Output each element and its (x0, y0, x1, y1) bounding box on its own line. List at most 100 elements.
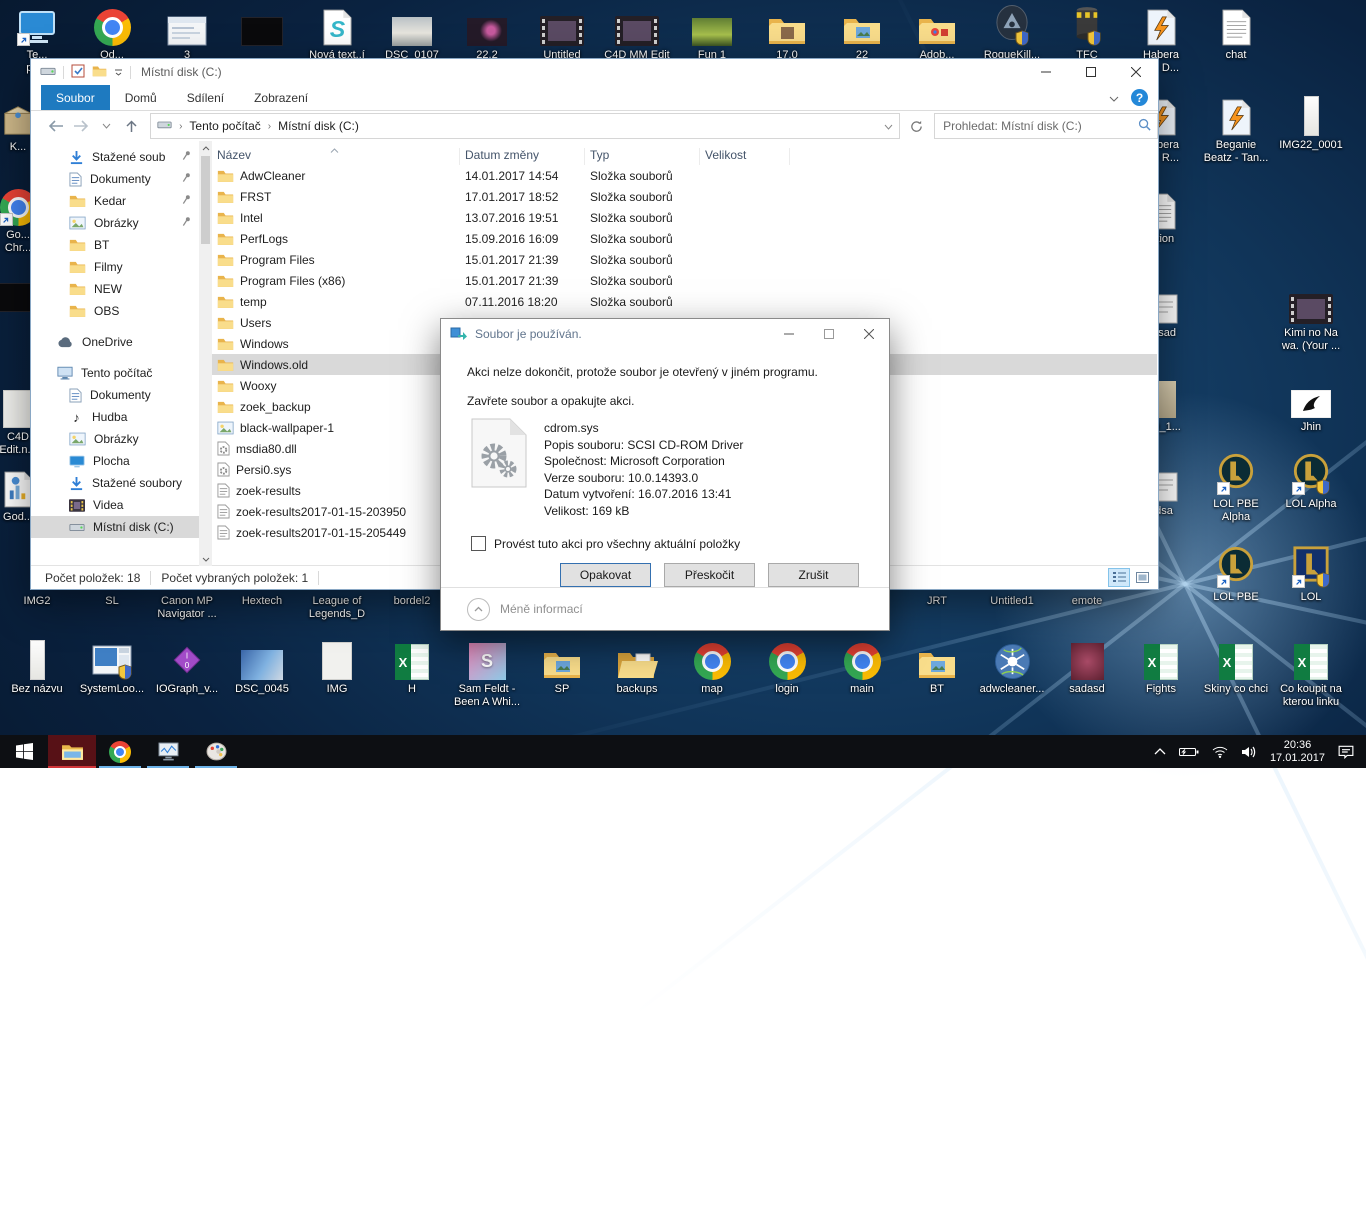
sidebar-item-obs[interactable]: OBS (31, 300, 199, 322)
desktop-icon-tfc[interactable]: TFC (1050, 6, 1124, 62)
tab-zobrazeni[interactable]: Zobrazení (239, 85, 323, 110)
desktop-icon-league-of-legends-d[interactable]: League of Legends_D (300, 592, 374, 621)
desktop-icon-lol-pbe[interactable]: LOL PBE (1199, 548, 1273, 604)
desktop-icon-jhin[interactable]: Jhin (1274, 378, 1348, 434)
action-center-icon[interactable] (1338, 745, 1354, 759)
desktop-icon-img2[interactable]: IMG2 (0, 592, 74, 608)
desktop-icon-bordel2[interactable]: bordel2 (375, 592, 449, 608)
desktop-icon-17-0[interactable]: 17.0 (750, 6, 824, 62)
sidebar-item-videa[interactable]: Videa (31, 494, 199, 516)
sidebar-item-sta-en-soub[interactable]: Stažené soub (31, 146, 199, 168)
desktop-icon-untitled[interactable]: Untitled (525, 6, 599, 62)
help-icon[interactable]: ? (1131, 89, 1148, 106)
desktop-icon-sam-feldt-been-a-whi[interactable]: SSam Feldt - Been A Whi... (450, 640, 524, 709)
tab-domu[interactable]: Domů (110, 85, 172, 110)
taskbar-paint[interactable] (192, 735, 240, 768)
qat-customize-chevron-icon[interactable] (114, 65, 123, 79)
recent-locations-chevron-icon[interactable] (94, 123, 119, 129)
retry-button[interactable]: Opakovat (560, 563, 651, 587)
desktop-icon-kimi-no-na-wa-your[interactable]: Kimi no Na wa. (Your ... (1274, 284, 1348, 353)
desktop-icon-beganie-beatz-tan[interactable]: Beganie Beatz - Tan... (1199, 96, 1273, 165)
tab-soubor[interactable]: Soubor (41, 85, 110, 110)
desktop-icon-emote[interactable]: emote (1050, 592, 1124, 608)
cancel-button[interactable]: Zrušit (768, 563, 859, 587)
breadcrumb-this-pc[interactable]: Tento počítač (189, 119, 260, 133)
properties-icon[interactable] (71, 64, 85, 81)
desktop-icon-skiny-co-chci[interactable]: XSkiny co chci (1199, 640, 1273, 696)
skip-button[interactable]: Přeskočit (664, 563, 755, 587)
desktop-icon-roguekill[interactable]: RogueKill... (975, 6, 1049, 62)
desktop-icon-bez-n-zvu[interactable]: Bez názvu (0, 640, 74, 696)
sidebar-item-plocha[interactable]: Plocha (31, 450, 199, 472)
desktop-icon-fights[interactable]: XFights (1124, 640, 1198, 696)
file-row-intel[interactable]: Intel13.07.2016 19:51Složka souborů (212, 207, 1157, 228)
file-row-temp[interactable]: temp07.11.2016 18:20Složka souborů (212, 291, 1157, 312)
scroll-down-icon[interactable] (199, 552, 212, 566)
less-info-expander[interactable]: Méně informací (441, 587, 889, 630)
search-input[interactable] (941, 118, 1138, 134)
maximize-button[interactable] (809, 319, 849, 349)
desktop-icon-bt[interactable]: BT (900, 640, 974, 696)
apply-to-all-checkbox[interactable] (471, 536, 486, 551)
sidebar-item-kedar[interactable]: Kedar (31, 190, 199, 212)
sidebar-item-obr-zky[interactable]: Obrázky (31, 212, 199, 234)
address-bar[interactable]: › Tento počítač › Místní disk (C:) (150, 113, 900, 139)
large-icons-view-button[interactable] (1132, 569, 1152, 586)
desktop-icon-hextech[interactable]: Hextech (225, 592, 299, 608)
desktop-icon-sp[interactable]: SP (525, 640, 599, 696)
desktop-icon-lol[interactable]: LOL (1274, 548, 1348, 604)
wifi-icon[interactable] (1212, 746, 1228, 758)
desktop-icon-22[interactable]: 22 (825, 6, 899, 62)
file-row-program-files-x86[interactable]: Program Files (x86)15.01.2017 21:39Složk… (212, 270, 1157, 291)
sidebar-item-new[interactable]: NEW (31, 278, 199, 300)
back-button[interactable] (43, 120, 68, 132)
desktop-icon-jrt[interactable]: JRT (900, 592, 974, 608)
desktop-icon-lol-pbe-alpha[interactable]: LOL PBE Alpha (1199, 455, 1273, 524)
close-button[interactable] (849, 319, 889, 349)
sidebar-item-bt[interactable]: BT (31, 234, 199, 256)
minimize-button[interactable] (769, 319, 809, 349)
taskbar-file-explorer[interactable] (48, 735, 96, 768)
sidebar-item-dokumenty[interactable]: Dokumenty (31, 168, 199, 190)
scroll-up-icon[interactable] (199, 141, 212, 155)
sidebar-item-onedrive[interactable]: OneDrive (31, 331, 199, 353)
desktop-icon-adwcleaner[interactable]: adwcleaner... (975, 640, 1049, 696)
taskbar-chrome[interactable] (96, 735, 144, 768)
sidebar-item-m-stn-disk-c[interactable]: Místní disk (C:) (31, 516, 199, 538)
desktop-icon-backups[interactable]: backups (600, 640, 674, 696)
column-header-typ[interactable]: Typ (585, 148, 700, 165)
desktop-icon-h[interactable]: XH (375, 640, 449, 696)
desktop-icon-dsc-0045[interactable]: DSC_0045 (225, 640, 299, 696)
file-row-perflogs[interactable]: PerfLogs15.09.2016 16:09Složka souborů (212, 228, 1157, 249)
new-folder-icon[interactable] (92, 65, 107, 80)
file-row-program-files[interactable]: Program Files15.01.2017 21:39Složka soub… (212, 249, 1157, 270)
breadcrumb-local-disk[interactable]: Místní disk (C:) (278, 119, 359, 133)
desktop-icon-untitled1[interactable]: Untitled1 (975, 592, 1049, 608)
sidebar-item-dokumenty[interactable]: Dokumenty (31, 384, 199, 406)
desktop-icon-img[interactable]: IMG (300, 640, 374, 696)
column-header-datum-zm-ny[interactable]: Datum změny (460, 148, 585, 165)
column-header-velikost[interactable]: Velikost (700, 148, 790, 165)
desktop-icon-fun-1[interactable]: Fun 1 (675, 6, 749, 62)
close-button[interactable] (1113, 59, 1158, 85)
tab-sdileni[interactable]: Sdílení (172, 85, 239, 110)
refresh-button[interactable] (905, 114, 928, 138)
desktop-icon-unnamed[interactable] (225, 6, 299, 49)
start-button[interactable] (0, 735, 48, 768)
file-row-frst[interactable]: FRST17.01.2017 18:52Složka souborů (212, 186, 1157, 207)
desktop-icon-22-2[interactable]: 22.2 (450, 6, 524, 62)
desktop-icon-iograph-v[interactable]: I0IOGraph_v... (150, 640, 224, 696)
sidebar-item-hudba[interactable]: ♪Hudba (31, 406, 199, 428)
desktop-icon-sl[interactable]: SL (75, 592, 149, 608)
nav-scrollbar[interactable] (199, 141, 212, 566)
desktop-icon-systemloo[interactable]: SystemLoo... (75, 640, 149, 696)
tray-clock[interactable]: 20:36 17.01.2017 (1270, 739, 1325, 765)
desktop-icon-co-koupit-na-kterou-linku[interactable]: XCo koupit na kterou linku (1274, 640, 1348, 709)
details-view-button[interactable] (1108, 568, 1130, 587)
desktop-icon-c4d-mm-edit[interactable]: C4D MM Edit (600, 6, 674, 62)
tray-chevron-up-icon[interactable] (1154, 748, 1166, 755)
forward-button[interactable] (68, 120, 93, 132)
desktop-icon-adob[interactable]: Adob... (900, 6, 974, 62)
sidebar-item-sta-en-soubory[interactable]: Stažené soubory (31, 472, 199, 494)
desktop-icon-sadasd[interactable]: sadasd (1050, 640, 1124, 696)
